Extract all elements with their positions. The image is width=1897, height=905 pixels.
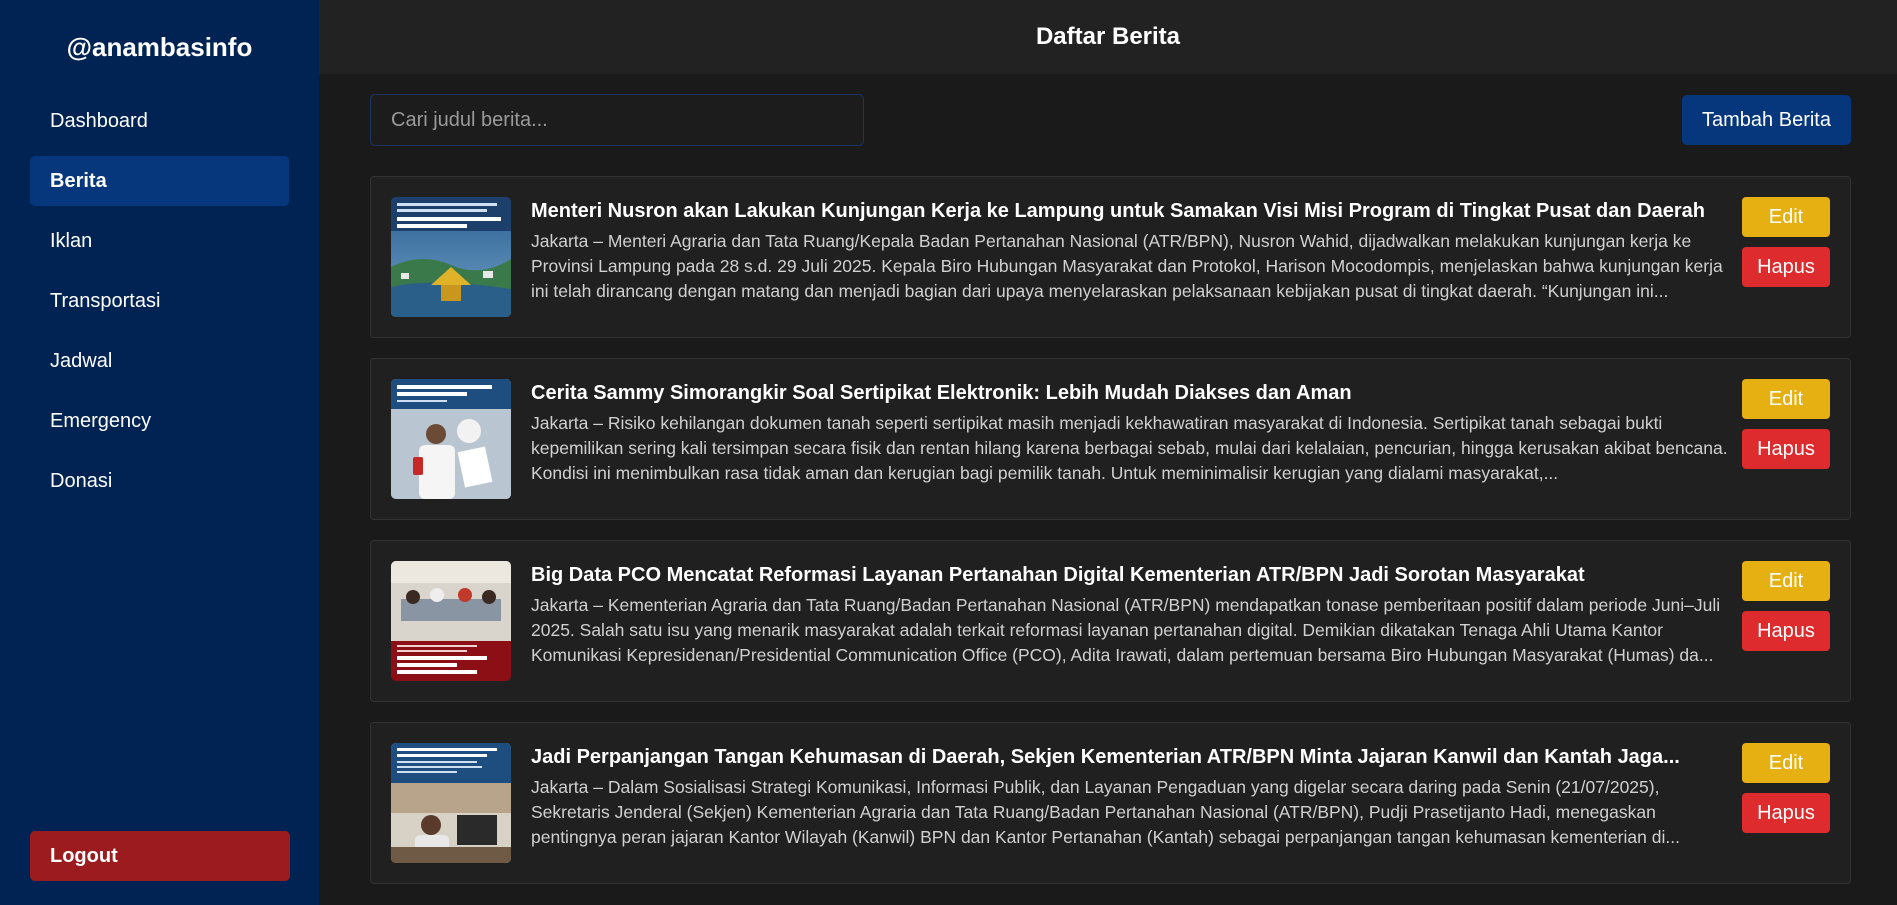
news-actions: Edit Hapus bbox=[1742, 561, 1830, 651]
news-content: Menteri Nusron akan Lakukan Kunjungan Ke… bbox=[531, 197, 1733, 304]
news-excerpt: Jakarta – Risiko kehilangan dokumen tana… bbox=[531, 413, 1728, 483]
news-card: Big Data PCO Mencatat Reformasi Layanan … bbox=[370, 540, 1851, 702]
delete-button[interactable]: Hapus bbox=[1742, 611, 1830, 651]
news-content: Big Data PCO Mencatat Reformasi Layanan … bbox=[531, 561, 1733, 668]
news-card: Menteri Nusron akan Lakukan Kunjungan Ke… bbox=[370, 176, 1851, 338]
news-list: Menteri Nusron akan Lakukan Kunjungan Ke… bbox=[370, 176, 1851, 904]
page-title: Daftar Berita bbox=[1035, 23, 1181, 50]
sidebar-item-berita[interactable]: Berita bbox=[30, 156, 289, 206]
sidebar-item-donasi[interactable]: Donasi bbox=[30, 456, 289, 506]
page-header: Daftar Berita bbox=[319, 0, 1897, 74]
edit-button[interactable]: Edit bbox=[1742, 743, 1830, 783]
sidebar-item-transportasi[interactable]: Transportasi bbox=[30, 276, 289, 326]
news-thumbnail bbox=[391, 379, 511, 499]
edit-button[interactable]: Edit bbox=[1742, 561, 1830, 601]
news-card: Cerita Sammy Simorangkir Soal Sertipikat… bbox=[370, 358, 1851, 520]
sidebar-item-iklan[interactable]: Iklan bbox=[30, 216, 289, 266]
sidebar-item-jadwal[interactable]: Jadwal bbox=[30, 336, 289, 386]
news-actions: Edit Hapus bbox=[1742, 743, 1830, 833]
news-actions: Edit Hapus bbox=[1742, 379, 1830, 469]
news-excerpt: Jakarta – Kementerian Agraria dan Tata R… bbox=[531, 595, 1721, 665]
brand-title: @anambasinfo bbox=[66, 32, 253, 62]
delete-button[interactable]: Hapus bbox=[1742, 793, 1830, 833]
sidebar: @anambasinfo Dashboard Berita Iklan Tran… bbox=[0, 0, 319, 905]
edit-button[interactable]: Edit bbox=[1742, 379, 1830, 419]
delete-button[interactable]: Hapus bbox=[1742, 429, 1830, 469]
sidebar-item-dashboard[interactable]: Dashboard bbox=[30, 96, 289, 146]
news-title[interactable]: Menteri Nusron akan Lakukan Kunjungan Ke… bbox=[531, 197, 1733, 225]
add-news-button[interactable]: Tambah Berita bbox=[1682, 95, 1851, 145]
main-content: Daftar Berita Tambah Berita bbox=[319, 0, 1897, 905]
news-thumbnail bbox=[391, 561, 511, 681]
news-card: Jadi Perpanjangan Tangan Kehumasan di Da… bbox=[370, 722, 1851, 884]
toolbar: Tambah Berita bbox=[319, 74, 1897, 172]
edit-button[interactable]: Edit bbox=[1742, 197, 1830, 237]
logout-button[interactable]: Logout bbox=[30, 831, 290, 881]
search-input[interactable] bbox=[370, 94, 864, 146]
news-thumbnail bbox=[391, 743, 511, 863]
news-title[interactable]: Jadi Perpanjangan Tangan Kehumasan di Da… bbox=[531, 743, 1733, 771]
news-title[interactable]: Big Data PCO Mencatat Reformasi Layanan … bbox=[531, 561, 1733, 589]
sidebar-item-emergency[interactable]: Emergency bbox=[30, 396, 289, 446]
sidebar-nav: Dashboard Berita Iklan Transportasi Jadw… bbox=[30, 96, 289, 506]
news-excerpt: Jakarta – Menteri Agraria dan Tata Ruang… bbox=[531, 231, 1723, 301]
news-content: Jadi Perpanjangan Tangan Kehumasan di Da… bbox=[531, 743, 1733, 850]
news-actions: Edit Hapus bbox=[1742, 197, 1830, 287]
news-thumbnail bbox=[391, 197, 511, 317]
delete-button[interactable]: Hapus bbox=[1742, 247, 1830, 287]
news-title[interactable]: Cerita Sammy Simorangkir Soal Sertipikat… bbox=[531, 379, 1733, 407]
news-excerpt: Jakarta – Dalam Sosialisasi Strategi Kom… bbox=[531, 777, 1680, 847]
news-content: Cerita Sammy Simorangkir Soal Sertipikat… bbox=[531, 379, 1733, 486]
